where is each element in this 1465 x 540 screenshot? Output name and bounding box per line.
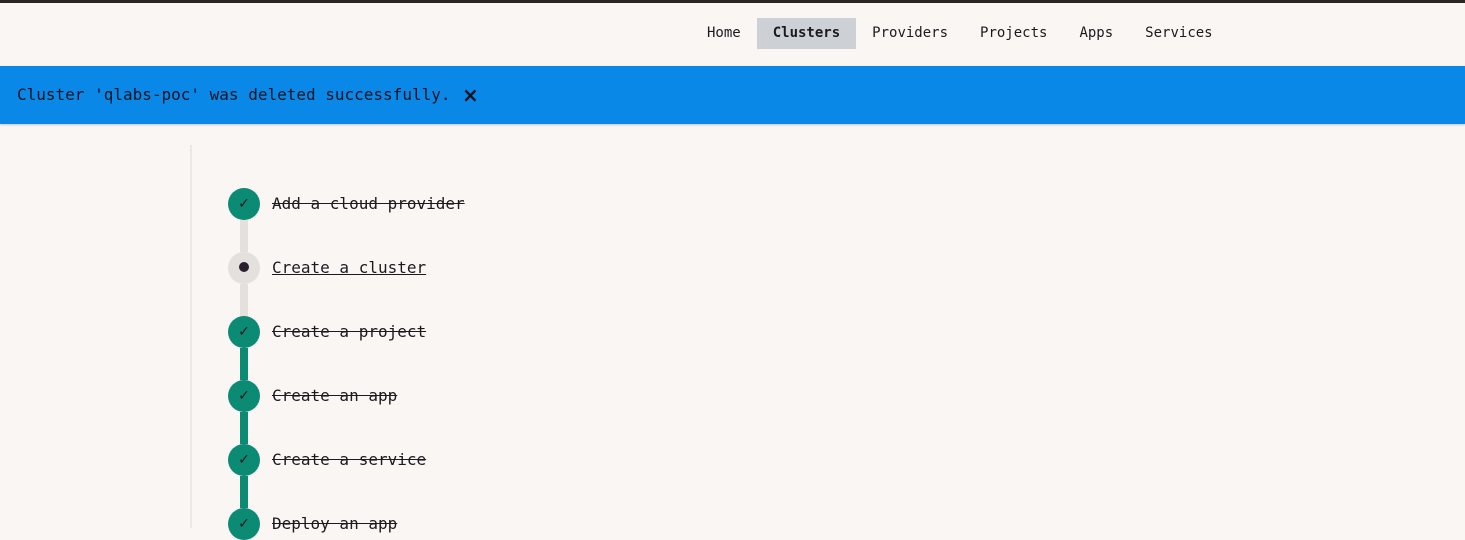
top-navbar: Home Clusters Providers Projects Apps Se… — [0, 3, 1465, 66]
step-add-cloud-provider: ✓ Add a cloud provider — [228, 188, 628, 220]
check-icon: ✓ — [228, 444, 260, 476]
nav-item-clusters[interactable]: Clusters — [756, 18, 857, 49]
step-connector — [240, 220, 248, 252]
step-link-create-cluster[interactable]: Create a cluster — [272, 252, 426, 284]
close-icon[interactable]: × — [462, 66, 479, 124]
check-icon: ✓ — [228, 316, 260, 348]
step-connector — [240, 412, 248, 444]
step-create-cluster: Create a cluster — [228, 252, 628, 284]
step-connector — [240, 348, 248, 380]
nav-item-apps[interactable]: Apps — [1063, 18, 1129, 49]
check-icon: ✓ — [228, 380, 260, 412]
check-icon: ✓ — [228, 188, 260, 220]
step-label: Deploy an app — [272, 514, 398, 533]
step-create-project: ✓ Create a project — [228, 316, 628, 348]
step-label: Create a service — [272, 450, 427, 469]
step-connector — [240, 284, 248, 316]
nav-item-services[interactable]: Services — [1129, 18, 1228, 49]
step-connector — [240, 476, 248, 508]
dot-icon — [228, 252, 260, 284]
content-divider — [190, 145, 192, 528]
nav-item-home[interactable]: Home — [691, 18, 757, 49]
step-label: Create a project — [272, 322, 427, 341]
banner-message: Cluster 'qlabs-poc' was deleted successf… — [17, 85, 451, 104]
step-create-app: ✓ Create an app — [228, 380, 628, 412]
nav-item-providers[interactable]: Providers — [856, 18, 964, 49]
nav-menu: Home Clusters Providers Projects Apps Se… — [691, 18, 1229, 49]
check-icon: ✓ — [228, 508, 260, 540]
success-banner: Cluster 'qlabs-poc' was deleted successf… — [0, 66, 1465, 124]
step-create-service: ✓ Create a service — [228, 444, 628, 476]
nav-item-projects[interactable]: Projects — [964, 18, 1063, 49]
step-label: Add a cloud provider — [272, 194, 465, 213]
step-deploy-app: ✓ Deploy an app — [228, 508, 628, 540]
step-label: Create an app — [272, 386, 398, 405]
